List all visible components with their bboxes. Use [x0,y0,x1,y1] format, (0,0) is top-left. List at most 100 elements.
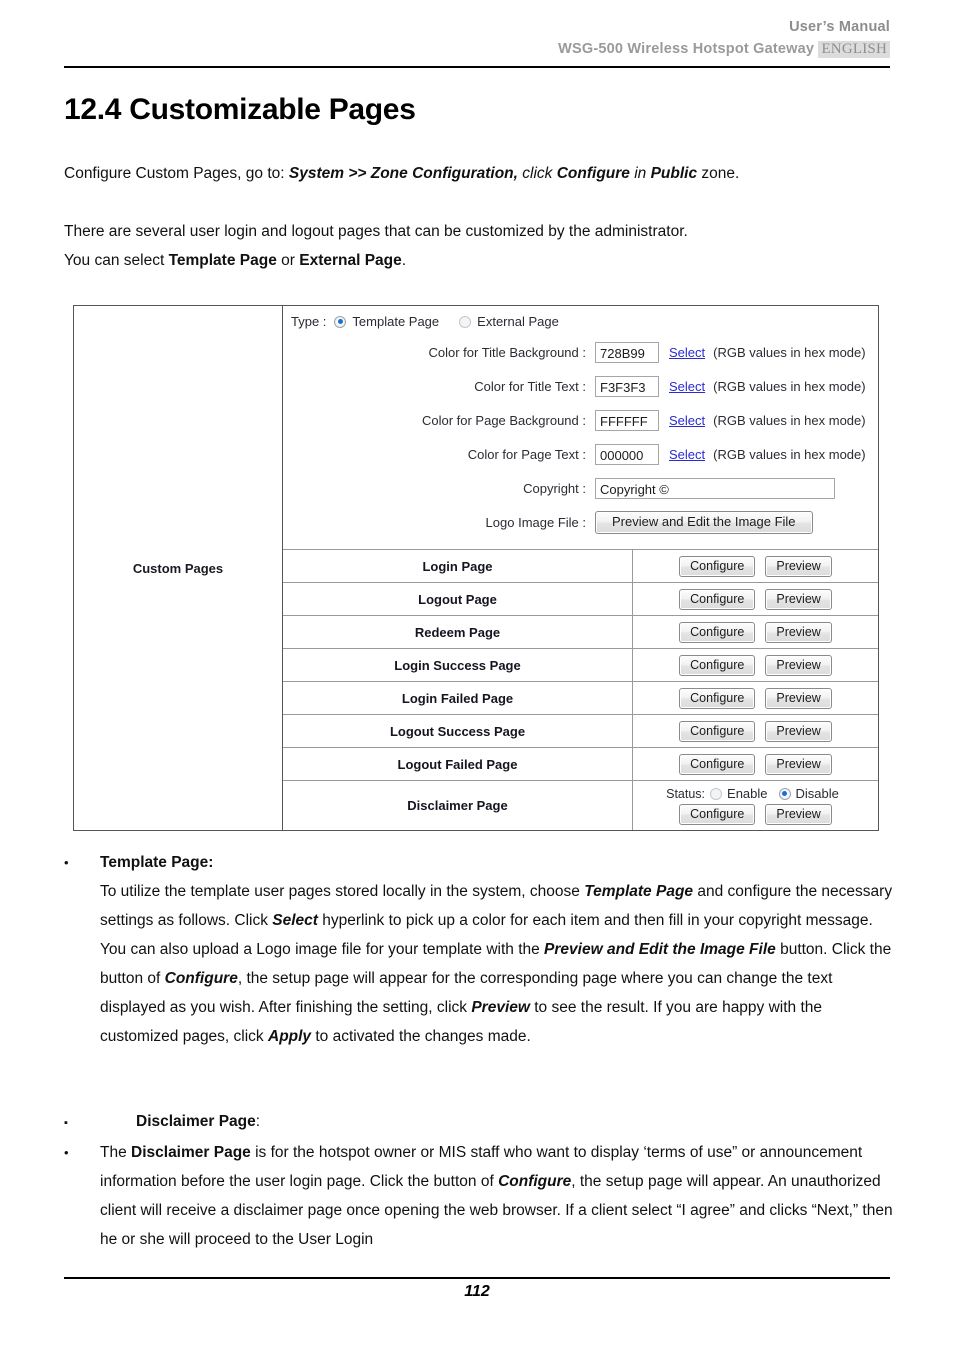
label-title-background: Color for Title Background : [428,344,586,360]
hint-title-text: (RGB values in hex mode) [713,378,866,394]
label-page-background: Color for Page Background : [421,412,586,428]
configure-button-logout[interactable]: Configure [679,588,756,610]
input-page-background[interactable]: FFFFFF [595,409,659,431]
template-page-bullet-head: • Template Page: [64,848,894,877]
button-pair-logout: Configure Preview [679,588,832,610]
tp-configure: Configure [164,970,238,987]
tp-select: Select [272,912,318,929]
input-title-text[interactable]: F3F3F3 [595,375,659,397]
preview-button-logout-failed[interactable]: Preview [765,753,832,775]
label-logo-image-file: Logo Image File : [485,514,586,530]
label-title-text: Color for Title Text : [474,378,586,394]
preview-button-logout[interactable]: Preview [765,588,832,610]
page-name-login-failed: Login Failed Page [401,690,514,706]
intro-1-text-g: zone. [697,165,740,182]
page-name-logout-success: Logout Success Page [389,723,526,739]
intro-2-text-e: . [401,252,407,269]
table-row: Logout Failed Page Configure Preview [283,748,878,781]
select-link-page-background[interactable]: Select [669,413,705,428]
tp-text-m: to activated the changes made. [311,1028,531,1045]
radio-disclaimer-enable[interactable] [710,787,723,800]
button-pair-logout-success: Configure Preview [679,720,832,742]
intro-1-text-a: Configure Custom Pages, go to: [64,165,289,182]
configure-button-login-success[interactable]: Configure [679,654,756,676]
intro-1-configure: Configure [556,165,630,182]
custom-pages-table: Login Page Configure Preview Logout Page… [283,549,878,830]
label-page-text: Color for Page Text : [467,446,586,462]
dp-text-a: The [100,1144,132,1161]
configure-button-logout-success[interactable]: Configure [679,720,756,742]
table-row: Redeem Page Configure Preview [283,616,878,649]
dp-disclaimer-page: Disclaimer Page [131,1144,251,1161]
template-page-bullet-block: • Template Page: To utilize the template… [64,848,894,1051]
page-name-logout-failed: Logout Failed Page [397,756,518,772]
form-row-title-text: Color for Title Text : F3F3F3 Select (RG… [283,369,878,403]
intro-1-text-e: in [629,165,651,182]
radio-disclaimer-disable-label[interactable]: Disable [796,786,839,801]
button-pair-disclaimer: Configure Preview [679,804,832,825]
page-actions-login: Configure Preview [632,550,878,582]
disclaimer-page-paragraph-row: • The Disclaimer Page is for the hotspot… [64,1138,894,1254]
disclaimer-status-label: Status: [666,786,706,801]
disclaimer-page-sub-head: ▪ Disclaimer Page: [64,1107,894,1138]
form-row-logo-image: Logo Image File : Preview and Edit the I… [283,505,878,539]
custom-pages-left-cell: Custom Pages [74,306,283,830]
template-page-heading: Template Page: [100,854,214,871]
radio-disclaimer-disable[interactable] [778,787,791,800]
configure-button-login-failed[interactable]: Configure [679,687,756,709]
preview-button-redeem[interactable]: Preview [765,621,832,643]
page-header: User’s Manual WSG-500 Wireless Hotspot G… [64,18,890,60]
input-title-background[interactable]: 728B99 [595,341,659,363]
input-copyright[interactable]: Copyright © [595,477,835,499]
disclaimer-heading-text: Disclaimer Page [136,1113,256,1130]
dp-configure: Configure [498,1173,572,1190]
intro-paragraph-2: There are several user login and logout … [64,217,894,275]
table-row: Login Failed Page Configure Preview [283,682,878,715]
button-pair-redeem: Configure Preview [679,621,832,643]
preview-button-logout-success[interactable]: Preview [765,720,832,742]
custom-pages-right-panel: Type : Template Page External Page Color… [283,306,878,830]
page-title: 12.4 Customizable Pages [64,93,416,126]
radio-external-page[interactable] [459,315,472,328]
table-row: Login Success Page Configure Preview [283,649,878,682]
preview-button-login-success[interactable]: Preview [765,654,832,676]
form-row-page-text: Color for Page Text : 000000 Select (RGB… [283,437,878,471]
configure-button-logout-failed[interactable]: Configure [679,753,756,775]
bullet-dot-icon: • [64,1145,69,1160]
radio-template-page[interactable] [334,315,347,328]
button-pair-login: Configure Preview [679,555,832,577]
preview-edit-image-button[interactable]: Preview and Edit the Image File [595,510,813,534]
custom-pages-screenshot: Custom Pages Type : Template Page Extern… [73,305,879,831]
page-name-disclaimer: Disclaimer Page [407,798,508,813]
page-actions-logout-failed: Configure Preview [632,748,878,780]
form-row-page-background: Color for Page Background : FFFFFF Selec… [283,403,878,437]
radio-disclaimer-enable-label[interactable]: Enable [727,786,767,801]
page-number: 112 [464,1283,490,1300]
page-name-login: Login Page [422,558,493,574]
form-row-title-background: Color for Title Background : 728B99 Sele… [283,335,878,369]
table-row: Login Page Configure Preview [283,550,878,583]
configure-button-login[interactable]: Configure [679,555,756,577]
custom-pages-label: Custom Pages [132,560,224,576]
table-row: Logout Success Page Configure Preview [283,715,878,748]
tp-apply: Apply [268,1028,312,1045]
template-settings-form: Color for Title Background : 728B99 Sele… [283,335,878,549]
intro-paragraph-1: Configure Custom Pages, go to: System >>… [64,159,894,188]
radio-template-page-label[interactable]: Template Page [352,314,439,329]
type-selector-row: Type : Template Page External Page [283,306,878,335]
select-link-title-text[interactable]: Select [669,379,705,394]
preview-button-login-failed[interactable]: Preview [765,687,832,709]
select-link-page-text[interactable]: Select [669,447,705,462]
configure-button-disclaimer[interactable]: Configure [679,804,756,825]
preview-button-disclaimer[interactable]: Preview [765,804,832,825]
tp-text-a: To utilize the template user pages store… [100,883,585,900]
page-name-login-success: Login Success Page [394,657,521,673]
configure-button-redeem[interactable]: Configure [679,621,756,643]
page-actions-logout: Configure Preview [632,583,878,615]
intro-2-text-a: You can select [64,252,169,269]
tp-template-page: Template Page [584,883,694,900]
input-page-text[interactable]: 000000 [595,443,659,465]
select-link-title-background[interactable]: Select [669,345,705,360]
preview-button-login[interactable]: Preview [765,555,832,577]
radio-external-page-label[interactable]: External Page [477,314,559,329]
